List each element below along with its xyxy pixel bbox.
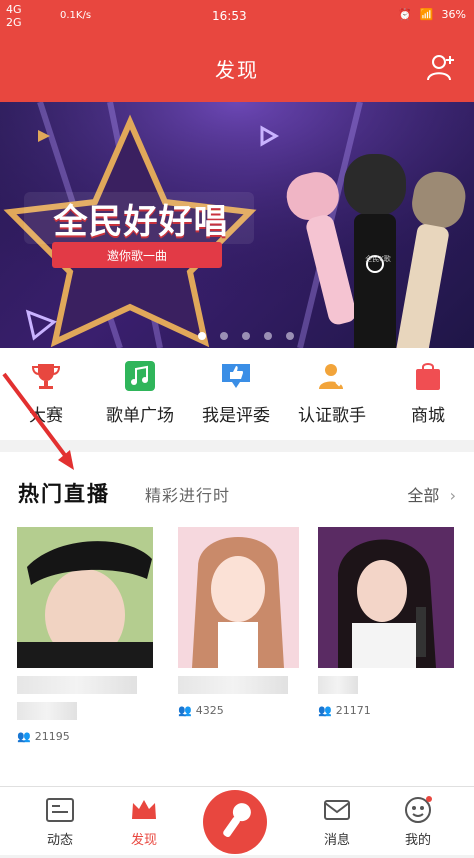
signal-2g: 2G — [6, 16, 22, 29]
live-thumbnail[interactable] — [17, 527, 153, 668]
network-speed: 0.1K/s — [60, 10, 92, 21]
viewer-number: 21195 — [34, 730, 70, 743]
carousel-dot[interactable] — [242, 332, 250, 340]
section-subtitle: 精彩进行时 — [145, 486, 231, 505]
annotation-arrow — [2, 372, 74, 470]
tab-profile[interactable]: 我的 — [378, 787, 458, 855]
viewer-count: 👥 21195 — [17, 730, 153, 743]
carousel-dot[interactable] — [220, 332, 228, 340]
signal-4g: 4G — [6, 3, 22, 16]
streamer-name-blurred — [17, 676, 137, 694]
quick-link-store[interactable]: 商城 — [380, 348, 474, 440]
page-title: 发现 — [215, 58, 259, 82]
tab-feed[interactable]: 动态 — [20, 787, 100, 855]
microphone-icon — [223, 803, 251, 838]
music-note-icon — [125, 361, 155, 391]
battery-level: 36% — [441, 8, 466, 21]
quick-link-label: 认证歌手 — [298, 406, 366, 426]
carousel-dot[interactable] — [286, 332, 294, 340]
quick-link-label: 商城 — [411, 406, 445, 426]
tab-label: 发现 — [130, 833, 157, 848]
signal-indicator: 4G 2G — [6, 3, 22, 29]
quick-link-label: 歌单广场 — [106, 406, 174, 426]
tab-discover[interactable]: 发现 — [104, 787, 184, 855]
live-card[interactable]: 👥 21171 — [318, 527, 454, 717]
streamer-name-blurred — [318, 676, 358, 694]
tab-label: 动态 — [46, 833, 73, 848]
tab-label: 消息 — [323, 833, 350, 848]
viewer-count: 👥 21171 — [318, 704, 454, 717]
live-card[interactable]: 👥 21195 — [17, 527, 153, 743]
certified-singer-icon — [319, 364, 346, 389]
viewer-number: 21171 — [335, 704, 371, 717]
shopping-bag-icon — [416, 363, 440, 390]
carousel-dot[interactable] — [264, 332, 272, 340]
live-thumbnail[interactable] — [318, 527, 454, 668]
quick-link-label: 我是评委 — [202, 406, 270, 426]
quick-link-songlists[interactable]: 歌单广场 — [92, 348, 188, 440]
status-icons: ⏰ 📶 36% — [398, 8, 466, 21]
crown-icon — [132, 800, 156, 819]
live-card[interactable]: 👥 4325 — [178, 527, 314, 717]
promo-banner[interactable]: 全民好好唱 邀你歌一曲 全民K歌 — [0, 102, 474, 348]
viewers-icon: 👥 — [178, 704, 192, 717]
live-thumbnail[interactable] — [178, 527, 299, 668]
message-icon — [324, 800, 350, 820]
tab-messages[interactable]: 消息 — [297, 787, 377, 855]
quick-link-certified[interactable]: 认证歌手 — [284, 348, 380, 440]
wifi-icon: 📶 — [419, 8, 434, 21]
view-all-link[interactable]: 全部 › — [407, 482, 456, 506]
tab-label: 我的 — [404, 833, 431, 848]
record-button[interactable] — [203, 790, 267, 854]
alarm-icon: ⏰ — [398, 8, 412, 21]
banner-headline: 全民好好唱 — [53, 202, 229, 242]
viewer-count: 👥 4325 — [178, 704, 314, 717]
quick-link-judge[interactable]: 我是评委 — [188, 348, 284, 440]
feed-icon — [46, 798, 74, 822]
status-bar: 4G 2G 0.1K/s 16:53 ⏰ 📶 36% — [0, 0, 474, 34]
hot-live-section: 热门直播 精彩进行时 全部 › 👥 21195 👥 4325 👥 21171 — [0, 452, 474, 786]
thumbs-up-icon — [222, 364, 250, 388]
view-all-label: 全部 — [407, 486, 440, 505]
app-header: 发现 — [0, 34, 474, 102]
chevron-right-icon: › — [444, 486, 456, 505]
viewer-number: 4325 — [195, 704, 224, 717]
profile-icon — [405, 796, 432, 823]
mic-brand-label: 全民K歌 — [365, 255, 391, 263]
carousel-indicator[interactable] — [198, 332, 294, 340]
carousel-dot[interactable] — [198, 332, 206, 340]
banner-subline: 邀你歌一曲 — [106, 249, 167, 263]
streamer-name-blurred — [178, 676, 288, 694]
clock: 16:53 — [212, 9, 247, 23]
section-title: 热门直播 — [18, 482, 110, 506]
viewers-icon: 👥 — [318, 704, 332, 717]
viewers-icon: 👥 — [17, 730, 31, 743]
add-friend-icon[interactable] — [426, 52, 456, 82]
stream-title-blurred — [17, 702, 77, 720]
